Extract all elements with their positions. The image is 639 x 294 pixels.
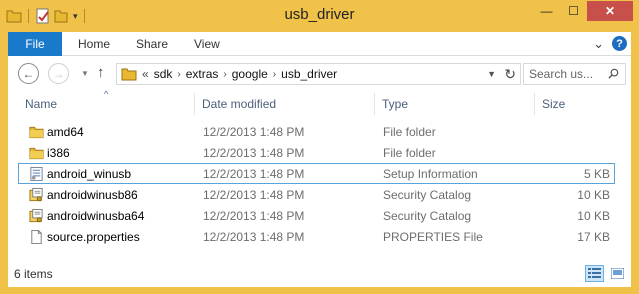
file-type: Security Catalog xyxy=(383,188,472,202)
table-row[interactable]: amd64 12/2/2013 1:48 PM File folder xyxy=(18,121,615,142)
address-dropdown-icon[interactable]: ▼ xyxy=(487,69,496,79)
file-type: Setup Information xyxy=(383,167,478,181)
help-icon[interactable]: ? xyxy=(612,36,627,51)
recent-locations-icon[interactable]: ▼ xyxy=(81,69,89,78)
file-type: PROPERTIES File xyxy=(383,230,483,244)
large-icons-view-button[interactable] xyxy=(608,265,627,282)
details-view-icon xyxy=(588,268,601,278)
file-size: 10 KB xyxy=(577,209,610,223)
tab-file[interactable]: File xyxy=(8,32,62,56)
file-size: 5 KB xyxy=(583,167,610,181)
file-date: 12/2/2013 1:48 PM xyxy=(203,188,305,202)
tab-share[interactable]: Share xyxy=(136,32,168,56)
breadcrumb-separator-icon[interactable]: › xyxy=(223,69,226,80)
file-name: i386 xyxy=(47,146,70,160)
search-input[interactable] xyxy=(529,67,601,81)
tab-home[interactable]: Home xyxy=(78,32,110,56)
file-date: 12/2/2013 1:48 PM xyxy=(203,230,305,244)
forward-button[interactable]: → xyxy=(48,63,69,84)
folder-icon xyxy=(29,147,44,160)
breadcrumb-separator-icon[interactable]: › xyxy=(177,69,180,80)
minimize-button[interactable]: — xyxy=(533,1,560,21)
navigation-bar: ← → ▼ ↑ « sdk › extras › google › usb_dr… xyxy=(8,56,631,91)
file-date: 12/2/2013 1:48 PM xyxy=(203,125,305,139)
file-name: android_winusb xyxy=(47,167,132,181)
column-header-name[interactable]: Name xyxy=(25,97,57,111)
table-row[interactable]: androidwinusb86 12/2/2013 1:48 PM Securi… xyxy=(18,184,615,205)
file-size: 17 KB xyxy=(577,230,610,244)
ribbon: File Home Share View ⌄ ? xyxy=(8,32,631,56)
column-headers: ^ Name Date modified Type Size xyxy=(8,89,631,116)
table-row[interactable]: i386 12/2/2013 1:48 PM File folder xyxy=(18,142,615,163)
breadcrumb-usb-driver[interactable]: usb_driver xyxy=(281,67,337,81)
path-overflow[interactable]: « xyxy=(142,67,149,81)
sort-ascending-icon: ^ xyxy=(104,89,109,99)
breadcrumb-sdk[interactable]: sdk xyxy=(154,67,173,81)
security-catalog-icon xyxy=(29,208,43,223)
breadcrumb-extras[interactable]: extras xyxy=(186,67,219,81)
column-header-size[interactable]: Size xyxy=(542,97,565,111)
window-controls: — ☐ ✕ xyxy=(533,1,633,21)
table-row[interactable]: androidwinusba64 12/2/2013 1:48 PM Secur… xyxy=(18,205,615,226)
expand-ribbon-icon[interactable]: ⌄ xyxy=(593,37,604,50)
title-bar: ▾ usb_driver — ☐ ✕ xyxy=(0,0,639,32)
up-button[interactable]: ↑ xyxy=(97,64,105,81)
file-date: 12/2/2013 1:48 PM xyxy=(203,146,305,160)
document-icon xyxy=(31,229,42,245)
folder-icon xyxy=(121,68,137,81)
file-date: 12/2/2013 1:48 PM xyxy=(203,167,305,181)
file-name: androidwinusba64 xyxy=(47,209,145,223)
file-name: source.properties xyxy=(47,230,140,244)
file-list: ^ Name Date modified Type Size amd64 12/… xyxy=(8,89,631,258)
item-count: 6 items xyxy=(14,267,53,281)
column-header-date[interactable]: Date modified xyxy=(202,97,276,111)
table-row[interactable]: android_winusb 12/2/2013 1:48 PM Setup I… xyxy=(18,163,615,184)
folder-icon xyxy=(29,126,44,139)
refresh-icon[interactable]: ↻ xyxy=(504,66,516,83)
setup-information-icon xyxy=(30,166,43,182)
explorer-window: ▾ usb_driver — ☐ ✕ File Home Share View … xyxy=(0,0,639,294)
address-bar[interactable]: « sdk › extras › google › usb_driver ▼ ↻ xyxy=(116,63,521,85)
breadcrumb-separator-icon[interactable]: › xyxy=(273,69,276,80)
maximize-button[interactable]: ☐ xyxy=(560,1,587,21)
ribbon-right-controls: ⌄ ? xyxy=(593,36,627,51)
search-box[interactable] xyxy=(523,63,626,85)
file-type: File folder xyxy=(383,146,436,160)
column-divider[interactable] xyxy=(534,93,535,115)
column-header-type[interactable]: Type xyxy=(382,97,408,111)
status-bar: 6 items xyxy=(8,258,631,287)
column-divider[interactable] xyxy=(374,93,375,115)
file-type: Security Catalog xyxy=(383,209,472,223)
security-catalog-icon xyxy=(29,187,43,202)
tab-view[interactable]: View xyxy=(194,32,220,56)
back-button[interactable]: ← xyxy=(18,63,39,84)
file-size: 10 KB xyxy=(577,188,610,202)
file-name: amd64 xyxy=(47,125,84,139)
close-button[interactable]: ✕ xyxy=(587,1,633,21)
column-divider[interactable] xyxy=(194,93,195,115)
search-icon[interactable] xyxy=(608,68,619,79)
large-icons-view-icon xyxy=(611,268,624,279)
details-view-button[interactable] xyxy=(585,265,604,282)
table-row[interactable]: source.properties 12/2/2013 1:48 PM PROP… xyxy=(18,226,615,247)
file-date: 12/2/2013 1:48 PM xyxy=(203,209,305,223)
file-name: androidwinusb86 xyxy=(47,188,138,202)
breadcrumb-google[interactable]: google xyxy=(232,67,268,81)
file-type: File folder xyxy=(383,125,436,139)
